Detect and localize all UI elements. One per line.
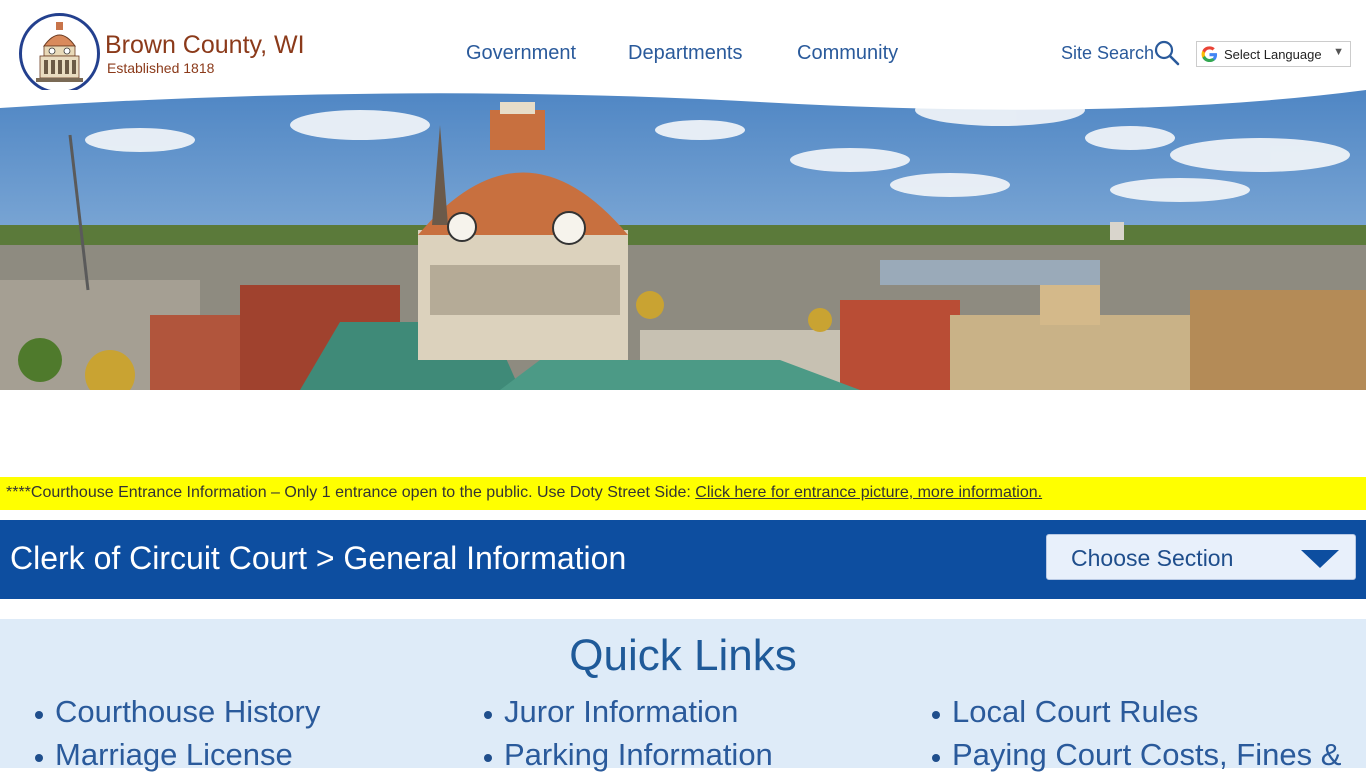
choose-section-label: Choose Section [1071, 545, 1234, 571]
alert-text: ****Courthouse Entrance Information – On… [6, 484, 696, 501]
language-label: Select Language [1224, 47, 1322, 62]
courthouse-entrance-alert: ****Courthouse Entrance Information – On… [0, 477, 1366, 510]
quick-link-courthouse-history[interactable]: Courthouse History [55, 694, 320, 730]
quick-link-juror-information[interactable]: Juror Information [504, 694, 738, 730]
choose-section-dropdown[interactable]: Choose Section [1046, 534, 1356, 580]
nav-government[interactable]: Government [466, 42, 576, 65]
courthouse-skyline-image [0, 90, 1366, 390]
page-title-bar: Clerk of Circuit Court > General Informa… [0, 520, 1366, 599]
quick-links-section: Quick Links Courthouse History Juror Inf… [0, 619, 1366, 772]
nav-community[interactable]: Community [797, 42, 898, 65]
chevron-down-icon: ▼ [1333, 46, 1344, 58]
site-search-link[interactable]: Site Search [1061, 43, 1154, 64]
quick-link-local-court-rules[interactable]: Local Court Rules [952, 694, 1198, 730]
chevron-down-icon [1301, 550, 1339, 568]
alert-link[interactable]: Click here for entrance picture, more in… [695, 484, 1042, 501]
bullet-icon [484, 711, 492, 719]
bullet-icon [932, 711, 940, 719]
county-seal-logo[interactable] [19, 13, 100, 94]
google-icon [1201, 46, 1218, 63]
search-icon[interactable] [1154, 40, 1180, 66]
bullet-icon [932, 754, 940, 762]
brand-name[interactable]: Brown County, WI [105, 31, 305, 60]
hero-banner-image [0, 90, 1366, 390]
bullet-icon [484, 754, 492, 762]
quick-links-heading: Quick Links [569, 631, 797, 680]
language-select[interactable]: Select Language ▼ [1196, 41, 1351, 67]
nav-departments[interactable]: Departments [628, 42, 743, 65]
brand-established: Established 1818 [107, 60, 215, 76]
courthouse-icon [23, 17, 96, 90]
bullet-icon [35, 711, 43, 719]
page-title: Clerk of Circuit Court > General Informa… [10, 540, 627, 576]
bullet-icon [35, 754, 43, 762]
